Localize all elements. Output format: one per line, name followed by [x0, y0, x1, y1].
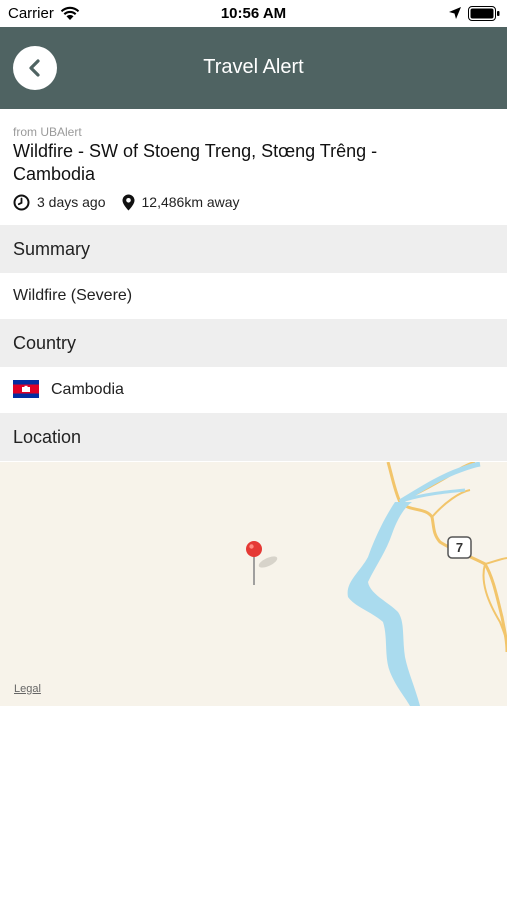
page-title: Travel Alert: [203, 56, 304, 78]
map-pin-icon: [122, 194, 134, 210]
river-shape: [398, 462, 481, 505]
road-line: [484, 557, 507, 565]
summary-label: Summary: [13, 239, 91, 259]
pin-shadow: [258, 556, 278, 568]
road-number: 7: [455, 540, 464, 555]
summary-section-header: Summary: [0, 225, 507, 273]
map-pin-icon[interactable]: [246, 541, 262, 557]
distance-meta: 12,486km away: [122, 194, 240, 211]
country-value: Cambodia: [51, 381, 124, 398]
location-label: Location: [13, 427, 82, 447]
clock-icon: [13, 194, 30, 210]
navigation-bar: Travel Alert: [0, 27, 507, 109]
alert-source: from UBAlert: [13, 125, 82, 139]
alert-title: Wildfire - SW of Stoeng Treng, Stœng Trê…: [13, 141, 378, 184]
alert-header: from UBAlert Wildfire - SW of Stoeng Tre…: [0, 109, 507, 225]
river-shape: [347, 502, 420, 706]
location-section-header: Location: [0, 413, 507, 461]
country-section-header: Country: [0, 319, 507, 367]
distance: 12,486km away: [141, 194, 240, 210]
cambodia-flag-icon: [13, 380, 39, 398]
alert-meta: 3 days ago 12,486km away: [13, 193, 256, 211]
map-canvas[interactable]: [0, 462, 507, 706]
status-time: 10:56 AM: [220, 5, 287, 22]
battery-icon: [468, 6, 500, 21]
country-label: Country: [13, 333, 77, 353]
summary-value: Wildfire (Severe): [13, 287, 133, 304]
summary-row: Wildfire (Severe): [0, 273, 507, 319]
pin-highlight: [249, 544, 254, 549]
road-line: [482, 563, 507, 645]
time-ago: 3 days ago: [37, 194, 106, 210]
location-arrow-icon: [449, 7, 461, 19]
country-row: Cambodia: [0, 367, 507, 413]
time-meta: 3 days ago: [13, 194, 106, 211]
location-map[interactable]: 7 Legal: [0, 462, 507, 706]
status-bar: Carrier 10:56 AM: [0, 0, 507, 27]
legal-link[interactable]: Legal: [14, 683, 41, 695]
